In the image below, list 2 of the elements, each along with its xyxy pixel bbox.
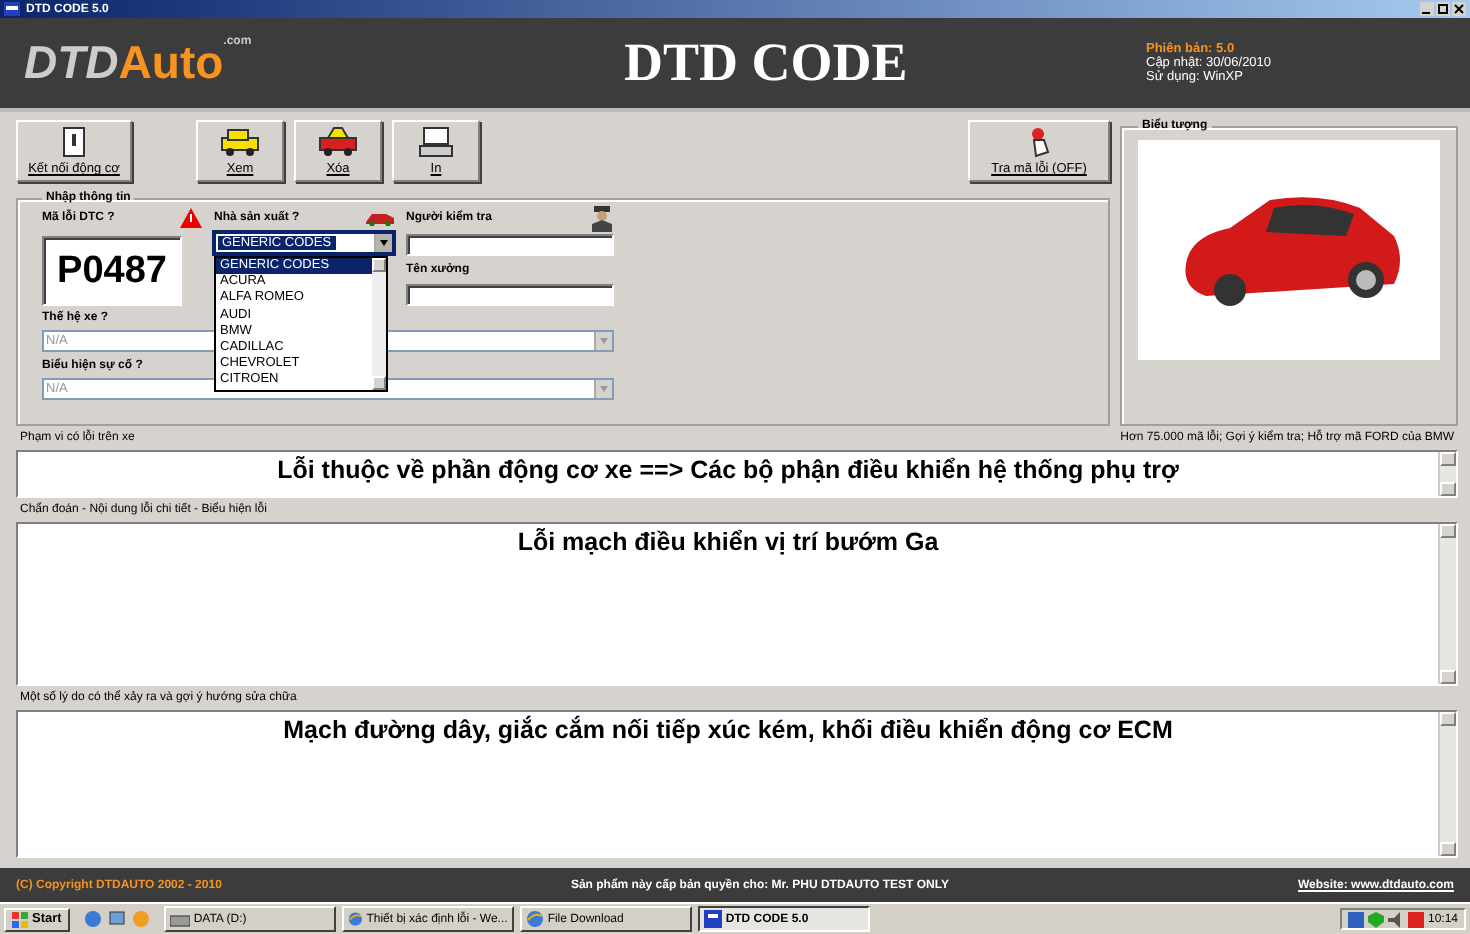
dtc-code: P0487	[42, 236, 182, 306]
app-title: DTD CODE	[624, 32, 910, 94]
